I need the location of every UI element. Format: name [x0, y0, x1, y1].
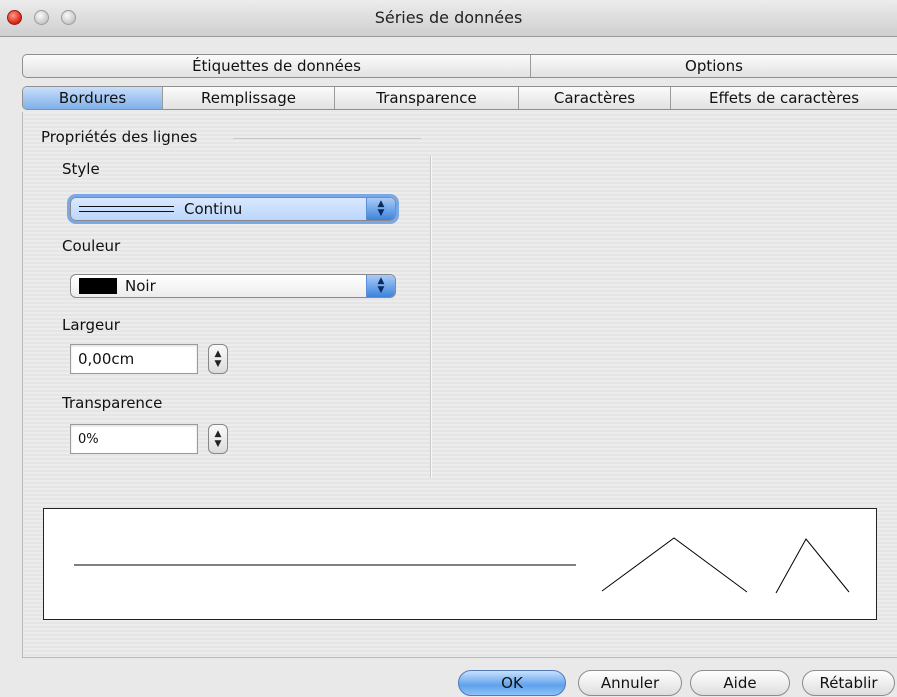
style-value: Continu	[184, 200, 243, 218]
width-label: Largeur	[62, 316, 120, 334]
ok-button[interactable]: OK	[458, 670, 566, 696]
color-value: Noir	[125, 277, 156, 295]
transparency-label: Transparence	[62, 394, 163, 412]
tab-data-labels[interactable]: Étiquettes de données	[23, 55, 531, 77]
transparency-stepper[interactable]: ▲ ▼	[208, 424, 228, 454]
select-arrows-icon: ▲ ▼	[366, 198, 395, 220]
reset-button[interactable]: Rétablir	[802, 670, 895, 696]
tab-characters[interactable]: Caractères	[519, 87, 671, 109]
tab-row-top: Étiquettes de données Options	[22, 54, 897, 78]
tab-row-bottom: Bordures Remplissage Transparence Caract…	[22, 86, 897, 110]
line-properties-title: Propriétés des lignes	[41, 128, 198, 146]
color-select[interactable]: Noir ▲ ▼	[70, 274, 396, 298]
line-preview	[43, 508, 877, 620]
select-arrows-icon: ▲ ▼	[366, 275, 395, 297]
vertical-separator	[430, 156, 432, 478]
help-button[interactable]: Aide	[690, 670, 790, 696]
style-select[interactable]: Continu ▲ ▼	[70, 197, 396, 221]
style-label: Style	[62, 160, 100, 178]
tab-options[interactable]: Options	[531, 55, 897, 77]
group-divider	[233, 138, 421, 139]
preview-lines	[74, 537, 850, 594]
transparency-field[interactable]: 0%	[70, 424, 198, 454]
tab-character-effects[interactable]: Effets de caractères	[671, 87, 897, 109]
width-field[interactable]: 0,00cm	[70, 344, 198, 374]
cancel-button[interactable]: Annuler	[578, 670, 682, 696]
width-stepper[interactable]: ▲ ▼	[208, 344, 228, 374]
tab-transparency[interactable]: Transparence	[335, 87, 519, 109]
color-swatch	[79, 278, 117, 294]
color-label: Couleur	[62, 237, 121, 255]
tab-fill[interactable]: Remplissage	[163, 87, 335, 109]
window-title: Séries de données	[374, 8, 523, 27]
line-style-swatch	[79, 206, 174, 212]
tab-borders[interactable]: Bordures	[23, 87, 163, 109]
